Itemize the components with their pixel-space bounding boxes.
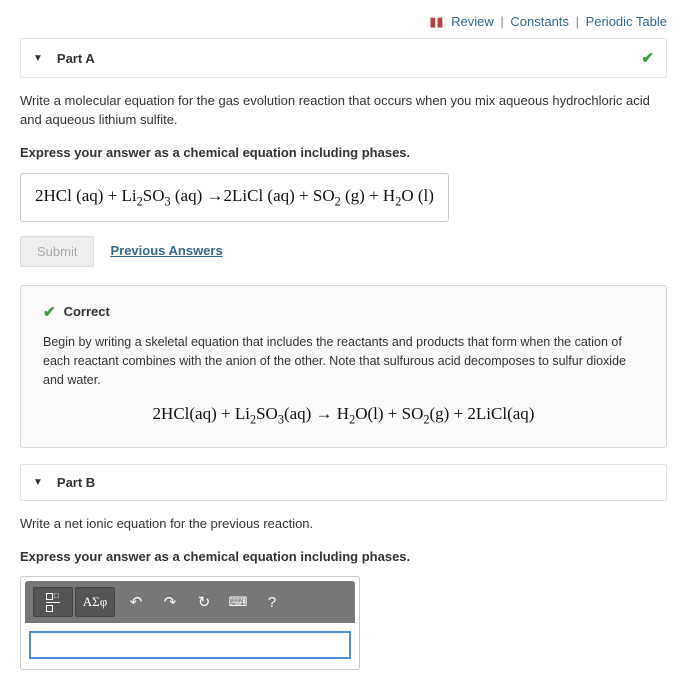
- part-a-question: Write a molecular equation for the gas e…: [20, 92, 667, 130]
- part-a-body: Write a molecular equation for the gas e…: [20, 78, 667, 448]
- equation-editor: □ ΑΣφ ↶ ↷ ↻ ⌨ ?: [20, 576, 360, 670]
- keyboard-button[interactable]: ⌨: [225, 587, 251, 617]
- actions-row: Submit Previous Answers: [20, 236, 667, 267]
- constants-link[interactable]: Constants: [510, 14, 569, 29]
- check-icon: ✔: [43, 302, 56, 324]
- editor-toolbar: □ ΑΣφ ↶ ↷ ↻ ⌨ ?: [25, 581, 355, 623]
- review-link[interactable]: Review: [451, 14, 494, 29]
- feedback-header: ✔ Correct: [43, 302, 644, 324]
- check-icon: ✔: [641, 49, 654, 67]
- separator: |: [500, 14, 503, 29]
- redo-button[interactable]: ↷: [157, 587, 183, 617]
- part-a-instruction: Express your answer as a chemical equati…: [20, 144, 667, 163]
- part-a-title: Part A: [57, 51, 95, 66]
- collapse-icon: ▼: [33, 53, 43, 64]
- part-b-question: Write a net ionic equation for the previ…: [20, 515, 667, 534]
- equation-input[interactable]: [29, 631, 351, 659]
- previous-answers-link[interactable]: Previous Answers: [110, 242, 222, 261]
- feedback-status: Correct: [64, 303, 110, 322]
- greek-button[interactable]: ΑΣφ: [75, 587, 115, 617]
- undo-button[interactable]: ↶: [123, 587, 149, 617]
- periodic-table-link[interactable]: Periodic Table: [586, 14, 667, 29]
- reset-button[interactable]: ↻: [191, 587, 217, 617]
- feedback-equation: 2HCl(aq) + Li2SO3(aq) → H2O(l) + SO2(g) …: [43, 402, 644, 429]
- feedback-box: ✔ Correct Begin by writing a skeletal eq…: [20, 285, 667, 448]
- tool-group-format: □ ΑΣφ: [33, 587, 115, 617]
- book-icon: ▮▮: [429, 14, 443, 29]
- feedback-explanation: Begin by writing a skeletal equation tha…: [43, 333, 644, 389]
- part-a: ▼ Part A ✔ Write a molecular equation fo…: [20, 38, 667, 448]
- editor-input-wrap: [21, 631, 359, 659]
- part-b: ▼ Part B Write a net ionic equation for …: [20, 464, 667, 671]
- collapse-icon: ▼: [33, 477, 43, 488]
- part-a-header[interactable]: ▼ Part A ✔: [20, 38, 667, 78]
- template-icon: □: [46, 592, 60, 613]
- help-button[interactable]: ?: [259, 587, 285, 617]
- answer-equation-box: 2HCl (aq) + Li2SO3 (aq) →2LiCl (aq) + SO…: [20, 173, 449, 222]
- template-button[interactable]: □: [33, 587, 73, 617]
- part-b-header[interactable]: ▼ Part B: [20, 464, 667, 501]
- submit-button: Submit: [20, 236, 94, 267]
- top-links: ▮▮ Review | Constants | Periodic Table: [0, 0, 687, 38]
- part-b-body: Write a net ionic equation for the previ…: [20, 501, 667, 671]
- part-b-instruction: Express your answer as a chemical equati…: [20, 548, 667, 567]
- separator: |: [576, 14, 579, 29]
- part-b-title: Part B: [57, 475, 95, 490]
